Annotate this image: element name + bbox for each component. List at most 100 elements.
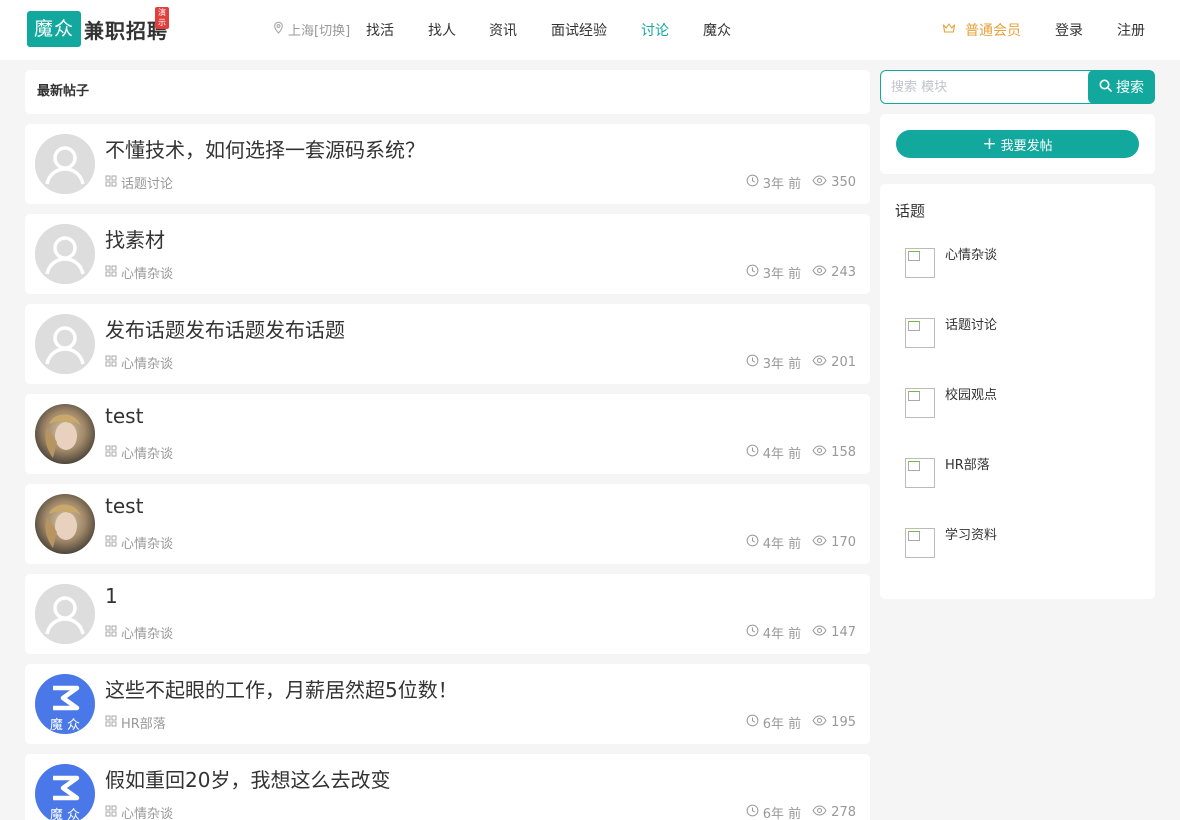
post-time: 6年 前 <box>746 713 801 732</box>
topic-name: 心情杂谈 <box>945 248 998 263</box>
post-category[interactable]: 心情杂谈 <box>105 533 173 552</box>
post-category[interactable]: 心情杂谈 <box>105 803 173 820</box>
register-link[interactable]: 注册 <box>1117 20 1145 40</box>
post-category[interactable]: 心情杂谈 <box>105 623 173 642</box>
post-views-count: 170 <box>831 535 856 550</box>
post-title[interactable]: 这些不起眼的工作，月薪居然超5位数！ <box>105 674 458 703</box>
user-avatar[interactable]: 魔 众 <box>35 764 95 820</box>
post-category-label: 心情杂谈 <box>121 537 174 552</box>
nav-item-interview[interactable]: 面试经验 <box>551 20 607 40</box>
category-icon <box>105 805 121 820</box>
topic-name: 学习资料 <box>945 528 998 543</box>
broken-image-icon <box>905 388 935 418</box>
post-category[interactable]: 话题讨论 <box>105 173 173 192</box>
eye-icon <box>812 715 831 730</box>
user-avatar[interactable] <box>35 494 95 554</box>
post-category-label: HR部落 <box>121 717 166 732</box>
post-item[interactable]: 1 心情杂谈 4年 前 147 <box>25 574 870 654</box>
user-avatar[interactable]: 魔 众 <box>35 674 95 734</box>
clock-icon <box>746 804 763 820</box>
post-meta: 4年 前 170 <box>746 533 856 552</box>
post-category[interactable]: HR部落 <box>105 713 166 732</box>
post-title[interactable]: test <box>105 404 143 428</box>
post-time: 4年 前 <box>746 443 801 462</box>
search-form: 搜索 <box>880 70 1155 104</box>
post-time: 3年 前 <box>746 263 801 282</box>
post-category-label: 心情杂谈 <box>121 357 174 372</box>
user-avatar[interactable] <box>35 584 95 644</box>
category-icon <box>105 625 121 641</box>
search-input[interactable] <box>880 70 1110 104</box>
post-title[interactable]: test <box>105 494 143 518</box>
post-views: 278 <box>812 805 856 820</box>
post-title[interactable]: 假如重回20岁，我想这么去改变 <box>105 764 390 793</box>
post-title[interactable]: 1 <box>105 584 118 608</box>
nav-item-discussion[interactable]: 讨论 <box>641 20 669 40</box>
broken-image-icon <box>905 528 935 558</box>
new-post-box: + 我要发帖 <box>880 114 1155 174</box>
search-button[interactable]: 搜索 <box>1088 70 1155 104</box>
crown-icon <box>942 22 965 38</box>
post-item[interactable]: 不懂技术，如何选择一套源码系统？ 话题讨论 3年 前 350 <box>25 124 870 204</box>
post-item[interactable]: 魔 众 这些不起眼的工作，月薪居然超5位数！ HR部落 6年 前 195 <box>25 664 870 744</box>
eye-icon <box>812 355 831 370</box>
user-avatar[interactable] <box>35 314 95 374</box>
post-category-label: 心情杂谈 <box>121 267 174 282</box>
post-item[interactable]: test 心情杂谈 4年 前 170 <box>25 484 870 564</box>
city-switcher[interactable]: 上海[切换] <box>272 20 350 39</box>
post-time-label: 4年 前 <box>762 627 802 642</box>
post-category-label: 心情杂谈 <box>121 447 174 462</box>
site-logo[interactable]: 魔众 兼职招聘 演示 <box>27 7 169 47</box>
post-views-count: 350 <box>831 175 856 190</box>
post-views-count: 147 <box>831 625 856 640</box>
topic-item[interactable]: 话题讨论 <box>905 318 1135 358</box>
post-title[interactable]: 发布话题发布话题发布话题 <box>105 314 345 343</box>
topic-item[interactable]: 学习资料 <box>905 528 1135 568</box>
user-avatar[interactable] <box>35 224 95 284</box>
user-avatar[interactable] <box>35 404 95 464</box>
topic-item[interactable]: 校园观点 <box>905 388 1135 428</box>
post-meta: 3年 前 243 <box>746 263 856 282</box>
post-views: 170 <box>812 535 856 550</box>
member-link[interactable]: 普通会员 <box>942 20 1021 40</box>
nav-item-find-people[interactable]: 找人 <box>428 20 456 40</box>
category-icon <box>105 355 121 371</box>
search-button-label: 搜索 <box>1116 80 1144 96</box>
topic-item[interactable]: 心情杂谈 <box>905 248 1135 288</box>
nav-item-find-job[interactable]: 找活 <box>366 20 394 40</box>
post-category[interactable]: 心情杂谈 <box>105 353 173 372</box>
demo-badge: 演示 <box>155 7 169 29</box>
post-views-count: 195 <box>831 715 856 730</box>
topics-panel: 话题 心情杂谈 话题讨论 校园观点 HR部落 学习资料 <box>880 184 1155 599</box>
nav-item-news[interactable]: 资讯 <box>489 20 517 40</box>
post-item[interactable]: 发布话题发布话题发布话题 心情杂谈 3年 前 201 <box>25 304 870 384</box>
post-category[interactable]: 心情杂谈 <box>105 443 173 462</box>
login-link[interactable]: 登录 <box>1055 20 1083 40</box>
post-views: 243 <box>812 265 856 280</box>
eye-icon <box>812 265 831 280</box>
post-meta: 4年 前 147 <box>746 623 856 642</box>
post-item[interactable]: 找素材心情杂谈 3年 前 243 <box>25 214 870 294</box>
avatar-brand-text: 魔 众 <box>49 718 81 733</box>
post-item[interactable]: 魔 众 假如重回20岁，我想这么去改变心情杂谈 6年 前 278 <box>25 754 870 820</box>
post-title[interactable]: 不懂技术，如何选择一套源码系统？ <box>105 134 425 163</box>
post-views-count: 158 <box>831 445 856 460</box>
post-time: 6年 前 <box>746 803 801 820</box>
post-time-label: 4年 前 <box>762 537 802 552</box>
post-views: 147 <box>812 625 856 640</box>
post-time-label: 3年 前 <box>762 177 802 192</box>
post-time-label: 6年 前 <box>762 807 802 820</box>
post-item[interactable]: test 心情杂谈 4年 前 158 <box>25 394 870 474</box>
user-avatar[interactable] <box>35 134 95 194</box>
plus-icon: + <box>982 133 997 154</box>
eye-icon <box>812 805 831 820</box>
clock-icon <box>746 174 763 191</box>
category-icon <box>105 445 121 461</box>
category-icon <box>105 265 121 281</box>
search-icon <box>1099 79 1116 96</box>
new-post-button[interactable]: + 我要发帖 <box>896 130 1139 158</box>
topic-item[interactable]: HR部落 <box>905 458 1135 498</box>
post-title[interactable]: 找素材 <box>105 224 165 253</box>
post-category[interactable]: 心情杂谈 <box>105 263 173 282</box>
nav-item-mozhong[interactable]: 魔众 <box>703 20 731 40</box>
